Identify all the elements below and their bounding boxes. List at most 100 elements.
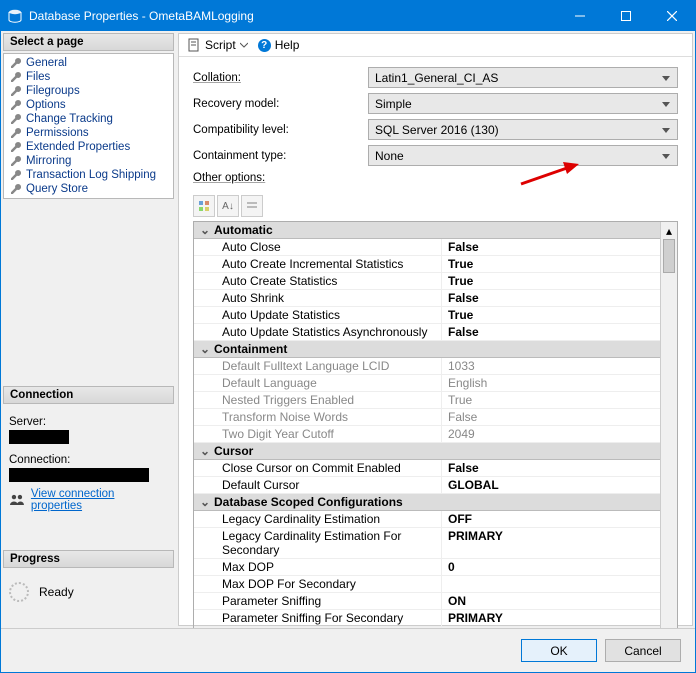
property-row[interactable]: Two Digit Year Cutoff2049 — [194, 426, 660, 443]
property-row[interactable]: Max DOP0 — [194, 559, 660, 576]
recovery-model-label: Recovery model: — [193, 98, 368, 110]
page-item-query-store[interactable]: Query Store — [4, 182, 173, 196]
grid-scrollbar[interactable]: ▴ ▾ — [660, 222, 677, 628]
property-name: Auto Create Statistics — [194, 273, 442, 289]
maximize-button[interactable] — [603, 1, 649, 31]
form-area: Collation: Latin1_General_CI_AS Recovery… — [179, 57, 692, 193]
script-button[interactable]: Script — [187, 38, 248, 52]
window-title: Database Properties - OmetaBAMLogging — [29, 9, 557, 23]
scroll-thumb[interactable] — [663, 239, 675, 273]
property-value: 0 — [442, 559, 660, 575]
property-value: English — [442, 375, 660, 391]
page-item-options[interactable]: Options — [4, 98, 173, 112]
database-icon — [7, 8, 23, 24]
property-row[interactable]: Auto ShrinkFalse — [194, 290, 660, 307]
page-item-change-tracking[interactable]: Change Tracking — [4, 112, 173, 126]
cancel-button[interactable]: Cancel — [605, 639, 681, 662]
property-row[interactable]: Auto Update Statistics AsynchronouslyFal… — [194, 324, 660, 341]
property-value: True — [442, 307, 660, 323]
property-value: GLOBAL — [442, 477, 660, 493]
containment-type-combo[interactable]: None — [368, 145, 678, 166]
property-value: OFF — [442, 627, 660, 628]
property-row[interactable]: Auto Create StatisticsTrue — [194, 273, 660, 290]
script-icon — [187, 38, 201, 52]
property-value — [442, 576, 660, 592]
property-name: Max DOP For Secondary — [194, 576, 442, 592]
server-value-redacted — [9, 430, 69, 444]
ok-button[interactable]: OK — [521, 639, 597, 662]
page-item-files[interactable]: Files — [4, 70, 173, 84]
property-name: Auto Create Incremental Statistics — [194, 256, 442, 272]
property-row[interactable]: Parameter Sniffing For SecondaryPRIMARY — [194, 610, 660, 627]
property-name: Query Optimizer Fixes — [194, 627, 442, 628]
category-automatic[interactable]: ⌄Automatic — [194, 222, 660, 239]
property-row[interactable]: Nested Triggers EnabledTrue — [194, 392, 660, 409]
property-row[interactable]: Default LanguageEnglish — [194, 375, 660, 392]
compatibility-level-combo[interactable]: SQL Server 2016 (130) — [368, 119, 678, 140]
property-name: Parameter Sniffing For Secondary — [194, 610, 442, 626]
wrench-icon — [10, 127, 22, 139]
collation-label: Collation: — [193, 72, 368, 84]
other-options-label: Other options: — [193, 172, 368, 184]
property-row[interactable]: Legacy Cardinality Estimation For Second… — [194, 528, 660, 559]
property-value: PRIMARY — [442, 610, 660, 626]
page-item-filegroups[interactable]: Filegroups — [4, 84, 173, 98]
property-row[interactable]: Close Cursor on Commit EnabledFalse — [194, 460, 660, 477]
connection-header: Connection — [3, 386, 174, 404]
property-name: Default Language — [194, 375, 442, 391]
right-column: Script ? Help Collation: Latin1_General_… — [178, 33, 693, 626]
grid-toolbar: A↓ — [179, 193, 692, 221]
scroll-down-icon[interactable]: ▾ — [661, 627, 677, 628]
dialog-body: Select a page GeneralFilesFilegroupsOpti… — [1, 31, 695, 628]
minimize-button[interactable] — [557, 1, 603, 31]
property-row[interactable]: Parameter SniffingON — [194, 593, 660, 610]
property-row[interactable]: Auto Create Incremental StatisticsTrue — [194, 256, 660, 273]
page-item-permissions[interactable]: Permissions — [4, 126, 173, 140]
titlebar[interactable]: Database Properties - OmetaBAMLogging — [1, 1, 695, 31]
category-containment[interactable]: ⌄Containment — [194, 341, 660, 358]
property-row[interactable]: Legacy Cardinality EstimationOFF — [194, 511, 660, 528]
property-value: PRIMARY — [442, 528, 660, 558]
property-row[interactable]: Query Optimizer FixesOFF — [194, 627, 660, 628]
property-row[interactable]: Transform Noise WordsFalse — [194, 409, 660, 426]
scroll-up-icon[interactable]: ▴ — [661, 222, 677, 239]
wrench-icon — [10, 141, 22, 153]
chevron-down-icon: ⌄ — [198, 495, 212, 509]
recovery-model-combo[interactable]: Simple — [368, 93, 678, 114]
category-cursor[interactable]: ⌄Cursor — [194, 443, 660, 460]
property-name: Two Digit Year Cutoff — [194, 426, 442, 442]
wrench-icon — [10, 169, 22, 181]
property-row[interactable]: Default Fulltext Language LCID1033 — [194, 358, 660, 375]
page-list: GeneralFilesFilegroupsOptionsChange Trac… — [3, 53, 174, 199]
alphabetical-button[interactable]: A↓ — [217, 195, 239, 217]
property-value: 1033 — [442, 358, 660, 374]
property-name: Auto Shrink — [194, 290, 442, 306]
property-row[interactable]: Default CursorGLOBAL — [194, 477, 660, 494]
page-item-extended-properties[interactable]: Extended Properties — [4, 140, 173, 154]
property-value: True — [442, 273, 660, 289]
property-row[interactable]: Auto Update StatisticsTrue — [194, 307, 660, 324]
page-item-general[interactable]: General — [4, 56, 173, 70]
property-value: ON — [442, 593, 660, 609]
property-row[interactable]: Auto CloseFalse — [194, 239, 660, 256]
close-button[interactable] — [649, 1, 695, 31]
server-label: Server: — [9, 416, 168, 428]
help-button[interactable]: ? Help — [258, 38, 300, 52]
collation-combo[interactable]: Latin1_General_CI_AS — [368, 67, 678, 88]
wrench-icon — [10, 155, 22, 167]
property-name: Nested Triggers Enabled — [194, 392, 442, 408]
property-value: True — [442, 392, 660, 408]
connection-box: Server: Connection: View connection prop… — [3, 408, 174, 516]
page-item-mirroring[interactable]: Mirroring — [4, 154, 173, 168]
properties-button[interactable] — [241, 195, 263, 217]
categorized-button[interactable] — [193, 195, 215, 217]
property-value: OFF — [442, 511, 660, 527]
property-row[interactable]: Max DOP For Secondary — [194, 576, 660, 593]
view-connection-properties-link[interactable]: View connection properties — [31, 488, 168, 512]
category-database-scoped-configurations[interactable]: ⌄Database Scoped Configurations — [194, 494, 660, 511]
connection-value-redacted — [9, 468, 149, 482]
chevron-down-icon: ⌄ — [198, 223, 212, 237]
page-item-transaction-log-shipping[interactable]: Transaction Log Shipping — [4, 168, 173, 182]
progress-box: Ready — [3, 572, 174, 606]
wrench-icon — [10, 57, 22, 69]
